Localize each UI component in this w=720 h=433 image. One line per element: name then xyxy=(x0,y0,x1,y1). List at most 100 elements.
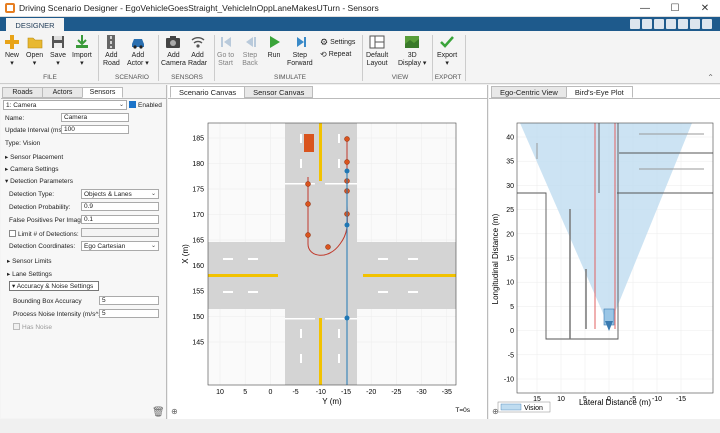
gear-icon: ⚙ xyxy=(320,37,329,47)
ribbon-separator xyxy=(158,35,159,81)
cut-quick-icon[interactable] xyxy=(642,19,652,29)
detection-coordinates-label: Detection Coordinates: xyxy=(9,243,76,250)
bev-y-tick-label: 40 xyxy=(506,135,514,142)
settings-button[interactable]: ⚙ Settings xyxy=(320,37,355,48)
layout-icon xyxy=(369,35,385,49)
zoom-icon[interactable]: ⊕ xyxy=(492,407,499,416)
trash-icon[interactable]: 🗑 xyxy=(152,407,165,418)
step-back-button[interactable]: Step Back xyxy=(242,34,258,68)
camera-settings-section[interactable]: ▸ Camera Settings xyxy=(5,165,59,173)
bev-y-tick-label: 35 xyxy=(506,159,514,166)
name-field[interactable]: Camera xyxy=(61,113,129,122)
save-button[interactable]: Save ▾ xyxy=(50,34,66,68)
sensor-placement-section[interactable]: ▸ Sensor Placement xyxy=(5,153,63,161)
sensor-select[interactable]: 1: Camera ⌄ xyxy=(3,100,127,110)
undo-quick-icon[interactable] xyxy=(678,19,688,29)
help-quick-icon[interactable] xyxy=(702,19,712,29)
lane-settings-section[interactable]: ▸ Lane Settings xyxy=(7,270,52,278)
false-positives-field[interactable]: 0.1 xyxy=(81,215,159,224)
close-button[interactable]: ✕ xyxy=(690,0,720,17)
detection-coordinates-select[interactable]: Ego Cartesian ⌄ xyxy=(81,241,159,251)
sensors-group-label: SENSORS xyxy=(171,74,203,81)
add-camera-button[interactable]: Add Camera xyxy=(161,34,186,68)
title-bar: Driving Scenario Designer - EgoVehicleGo… xyxy=(0,0,720,17)
birds-eye-plot[interactable]: 15 10 5 0 -5 -10 -15 40 35 30 25 20 15 10 5 0 -5 -10 Lat… xyxy=(489,99,720,419)
detection-type-select[interactable]: Objects & Lanes ⌄ xyxy=(81,189,159,199)
detection-probability-label: Detection Probability: xyxy=(9,204,71,211)
bev-y-tick-label: 10 xyxy=(506,280,514,287)
zoom-icon[interactable]: ⊕ xyxy=(171,407,178,416)
add-actor-button[interactable]: Add Actor ▾ xyxy=(127,34,149,68)
3d-display-button[interactable]: 3D Display ▾ xyxy=(398,34,426,68)
canvas-x-tick-label: 5 xyxy=(243,389,247,396)
bbox-accuracy-field[interactable]: 5 xyxy=(99,296,159,305)
floppy-disk-icon xyxy=(52,36,64,48)
view-group-label: VIEW xyxy=(391,74,409,81)
detection-type-label: Detection Type: xyxy=(9,191,55,198)
ribbon-toolstrip: New ▾ Open ▾ Save ▾ Import ▾ FILE Add Road Ad… xyxy=(0,31,720,84)
bev-y-tick-label: 15 xyxy=(506,256,514,263)
canvas-y-tick-label: 160 xyxy=(192,263,204,270)
import-button[interactable]: Import ▾ xyxy=(72,34,92,68)
max-detections-field[interactable] xyxy=(81,228,159,237)
scenario-canvas-pane: Scenario Canvas Sensor Canvas 10 5 0 -5 … xyxy=(168,85,488,419)
tab-scenario-canvas[interactable]: Scenario Canvas xyxy=(170,86,246,98)
bev-x-tick-label: 10 xyxy=(557,396,565,403)
has-noise-checkbox[interactable]: Has Noise xyxy=(13,323,52,331)
birds-eye-pane: Ego-Centric View Bird's-Eye Plot 15 10 5… xyxy=(489,85,720,419)
bev-y-tick-label: -10 xyxy=(504,377,514,384)
lane-marking-yellow xyxy=(319,123,322,181)
canvas-y-tick-label: 155 xyxy=(192,289,204,296)
accuracy-noise-section[interactable]: ▾ Accuracy & Noise Settings xyxy=(9,281,99,291)
simulation-time: T=0s xyxy=(455,407,470,414)
tab-birds-eye-plot[interactable]: Bird's-Eye Plot xyxy=(565,86,633,98)
detection-parameters-section[interactable]: ▾ Detection Parameters xyxy=(5,177,73,185)
minimize-button[interactable]: — xyxy=(630,0,660,17)
redo-quick-icon[interactable] xyxy=(690,19,700,29)
status-bar xyxy=(0,419,720,433)
default-layout-button[interactable]: Default Layout xyxy=(366,34,388,68)
collapse-ribbon-icon[interactable]: ⌃ xyxy=(707,73,714,82)
bev-y-tick-label: 25 xyxy=(506,207,514,214)
bev-x-axis-label: Lateral Distance (m) xyxy=(579,398,651,407)
bev-tabs: Ego-Centric View Bird's-Eye Plot xyxy=(491,86,633,98)
lane-marking-yellow xyxy=(319,318,322,385)
repeat-button[interactable]: ⟲ Repeat xyxy=(320,50,351,59)
tab-sensor-canvas[interactable]: Sensor Canvas xyxy=(244,86,314,98)
save-quick-icon[interactable] xyxy=(630,19,640,29)
tab-ego-centric-view[interactable]: Ego-Centric View xyxy=(491,86,567,98)
bev-y-axis-label: Longitudinal Distance (m) xyxy=(491,213,500,304)
new-button[interactable]: New ▾ xyxy=(4,34,20,68)
detection-probability-field[interactable]: 0.9 xyxy=(81,202,159,211)
add-radar-button[interactable]: Add Radar xyxy=(188,34,207,68)
checkbox-icon xyxy=(9,230,16,237)
ribbon-tab-row: DESIGNER xyxy=(0,17,720,31)
folder-icon xyxy=(27,37,42,49)
sensor-limits-section[interactable]: ▸ Sensor Limits xyxy=(7,257,51,265)
actor-vehicle[interactable] xyxy=(304,134,314,152)
enabled-checkbox[interactable]: Enabled xyxy=(129,101,162,109)
canvas-tabs: Scenario Canvas Sensor Canvas xyxy=(170,86,314,98)
tab-actors[interactable]: Actors xyxy=(42,87,83,98)
go-to-start-button[interactable]: Go to Start xyxy=(217,34,234,68)
limit-detections-checkbox[interactable]: Limit # of Detections: xyxy=(9,230,79,238)
repeat-icon: ⟲ xyxy=(320,50,327,59)
process-noise-field[interactable]: 5 xyxy=(99,309,159,318)
checkbox-checked-icon xyxy=(129,101,136,108)
tab-roads[interactable]: Roads xyxy=(2,87,43,98)
sensor-type-text: Type: Vision xyxy=(5,140,41,147)
export-button[interactable]: Export ▾ xyxy=(437,34,457,68)
tab-designer[interactable]: DESIGNER xyxy=(6,18,64,31)
update-interval-field[interactable]: 100 xyxy=(61,125,129,134)
scenario-canvas-plot[interactable]: 10 5 0 -5 -10 -15 -20 -25 -30 -35 185 180 175 170 165… xyxy=(168,99,488,419)
maximize-button[interactable]: ☐ xyxy=(660,0,690,17)
copy-quick-icon[interactable] xyxy=(654,19,664,29)
open-button[interactable]: Open ▾ xyxy=(26,34,43,68)
add-road-button[interactable]: Add Road xyxy=(103,34,120,68)
tab-sensors[interactable]: Sensors xyxy=(82,87,123,98)
simulate-group-label: SIMULATE xyxy=(273,74,307,81)
step-forward-button[interactable]: Step Forward xyxy=(287,34,313,68)
run-button[interactable]: Run xyxy=(266,34,282,60)
paste-quick-icon[interactable] xyxy=(666,19,676,29)
canvas-x-tick-label: -30 xyxy=(417,389,427,396)
